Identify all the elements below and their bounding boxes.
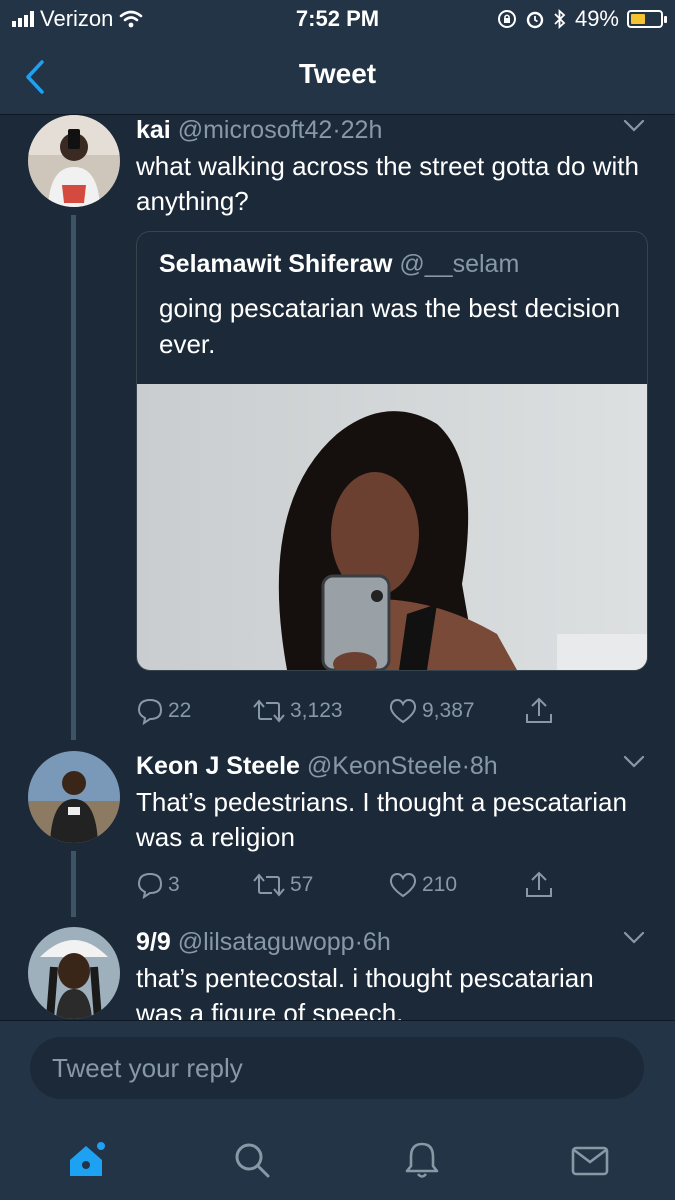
- display-name[interactable]: kai: [136, 116, 171, 144]
- tab-home[interactable]: [56, 1130, 116, 1190]
- retweet-icon: [253, 873, 285, 897]
- quoted-user-handle: @__selam: [399, 250, 520, 278]
- share-button[interactable]: [524, 696, 554, 726]
- tab-bar: [0, 1120, 675, 1200]
- reply-input[interactable]: [30, 1037, 644, 1099]
- quoted-tweet[interactable]: Selamawit Shiferaw @__selam going pescat…: [136, 231, 648, 671]
- search-icon: [235, 1143, 270, 1178]
- tweet-lilsataguwopp[interactable]: 9/9 @lilsataguwopp·6h that’s pentecostal…: [0, 927, 675, 1020]
- battery-level: [631, 14, 645, 24]
- tweet-header: kai @microsoft42·22h: [136, 115, 645, 145]
- reply-bar: [0, 1020, 675, 1121]
- tweet-text: that’s pentecostal. i thought pescataria…: [136, 963, 594, 1020]
- conversation-thread: kai @microsoft42·22h what walking across…: [0, 115, 675, 1020]
- chevron-down-icon[interactable]: [623, 931, 645, 945]
- reply-count: 22: [168, 699, 192, 722]
- alarm-icon: [526, 11, 544, 29]
- quoted-tweet-photo[interactable]: [137, 384, 647, 670]
- nav-bar: Tweet: [0, 40, 675, 115]
- reply-button[interactable]: 22: [136, 697, 252, 725]
- thread-line: [71, 215, 76, 740]
- share-icon: [526, 697, 552, 723]
- messages-icon: [571, 1146, 609, 1176]
- tab-notifications[interactable]: [392, 1130, 452, 1190]
- page-title: Tweet: [298, 58, 377, 89]
- like-count: 9,387: [422, 699, 475, 722]
- share-button[interactable]: [524, 870, 554, 900]
- tweet-header: Keon J Steele @KeonSteele·8h: [136, 751, 645, 781]
- separator-dot: ·: [354, 928, 363, 956]
- reply-count: 3: [168, 873, 180, 896]
- tweet-keon[interactable]: Keon J Steele @KeonSteele·8h That’s pede…: [0, 751, 675, 921]
- like-button[interactable]: 9,387: [388, 698, 524, 724]
- timestamp: 22h: [340, 116, 383, 144]
- tweet-actions: 3 57 210: [136, 867, 576, 903]
- heart-icon: [389, 698, 417, 724]
- battery-percent: 49%: [574, 6, 619, 31]
- retweet-count: 57: [290, 873, 314, 896]
- display-name[interactable]: 9/9: [136, 928, 171, 956]
- rotation-lock-icon: [497, 10, 516, 28]
- reply-button[interactable]: 3: [136, 871, 252, 899]
- thread-line: [71, 851, 76, 917]
- user-handle[interactable]: @KeonSteele: [307, 752, 462, 780]
- separator-dot: ·: [461, 752, 470, 780]
- tweet-text: That’s pedestrians. I thought a pescatar…: [136, 787, 627, 852]
- separator-dot: ·: [332, 116, 341, 144]
- display-name[interactable]: Keon J Steele: [136, 752, 300, 780]
- reply-icon: [137, 698, 163, 725]
- avatar[interactable]: [28, 751, 120, 843]
- user-handle[interactable]: @microsoft42: [178, 116, 333, 144]
- home-icon: [70, 1140, 107, 1176]
- like-button[interactable]: 210: [388, 872, 524, 898]
- heart-icon: [389, 872, 417, 898]
- like-count: 210: [422, 873, 458, 896]
- chevron-down-icon[interactable]: [623, 119, 645, 133]
- timestamp: 8h: [469, 752, 498, 780]
- tweet-kai[interactable]: kai @microsoft42·22h what walking across…: [0, 115, 675, 745]
- quoted-tweet-text: going pescatarian was the best decision …: [159, 293, 621, 359]
- quoted-display-name: Selamawit Shiferaw: [159, 250, 393, 278]
- battery-icon: [627, 10, 667, 28]
- tweet-text: what walking across the street gotta do …: [136, 151, 639, 216]
- avatar[interactable]: [28, 927, 120, 1019]
- avatar[interactable]: [28, 115, 120, 207]
- share-icon: [526, 871, 552, 897]
- retweet-button[interactable]: 3,123: [252, 698, 388, 724]
- timestamp: 6h: [362, 928, 391, 956]
- retweet-icon: [253, 699, 285, 723]
- chevron-down-icon[interactable]: [623, 755, 645, 769]
- tweet-header: 9/9 @lilsataguwopp·6h: [136, 927, 645, 957]
- reply-icon: [137, 872, 163, 899]
- tab-messages[interactable]: [560, 1130, 620, 1190]
- tab-search[interactable]: [222, 1130, 282, 1190]
- tweet-actions: 22 3,123 9,387: [136, 693, 576, 729]
- retweet-count: 3,123: [290, 699, 343, 722]
- user-handle[interactable]: @lilsataguwopp: [178, 928, 355, 956]
- notifications-icon: [405, 1142, 439, 1178]
- retweet-button[interactable]: 57: [252, 872, 388, 898]
- status-bar: Verizon 7:52 PM 49%: [0, 0, 675, 40]
- bluetooth-icon: [554, 8, 566, 30]
